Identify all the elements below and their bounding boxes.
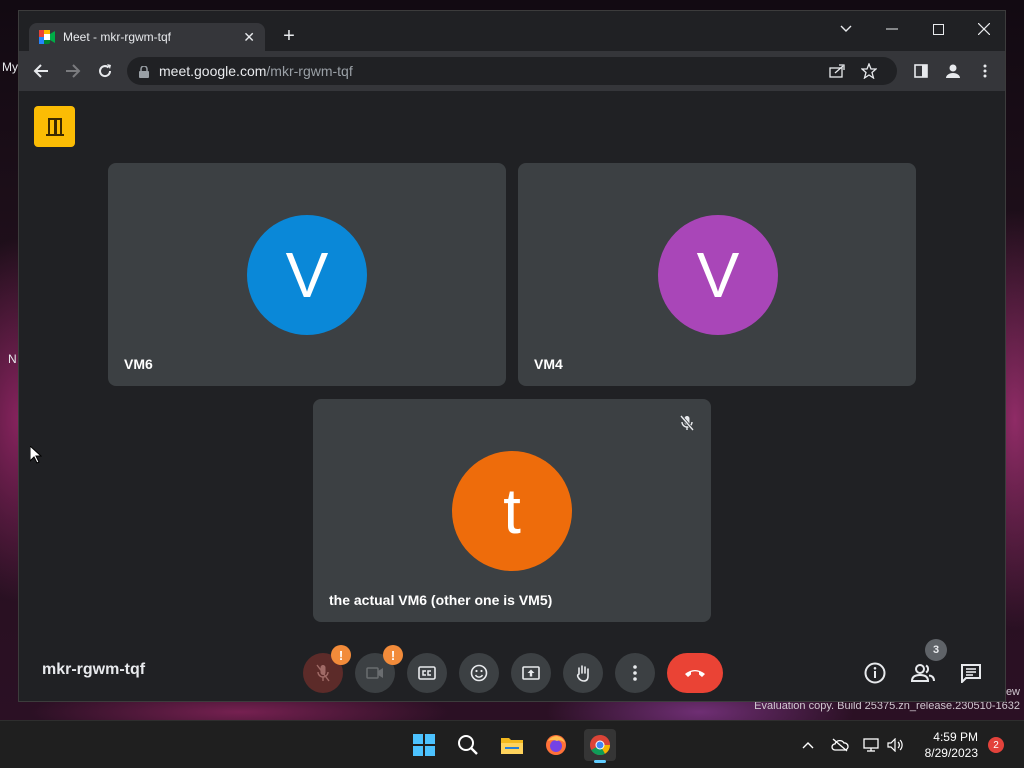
tab-title: Meet - mkr-rgwm-tqf [63, 30, 171, 44]
participant-tile[interactable]: V VM4 [518, 163, 916, 386]
reload-button[interactable] [93, 59, 117, 83]
google-meet-favicon-icon [39, 30, 55, 44]
onedrive-offline-icon[interactable] [830, 735, 850, 755]
people-icon[interactable]: 3 [903, 639, 947, 693]
meet-content: V VM6 V VM4 t the actual VM6 (other one … [19, 91, 1005, 701]
file-explorer-icon[interactable] [496, 729, 528, 761]
profile-icon[interactable] [941, 59, 965, 83]
show-hidden-icons-icon[interactable] [798, 735, 818, 755]
mouse-cursor-icon [29, 444, 43, 469]
share-icon[interactable] [827, 61, 847, 81]
lock-icon[interactable] [139, 65, 149, 78]
camera-button[interactable]: ! [355, 645, 403, 693]
raise-hand-button[interactable] [563, 653, 603, 693]
desktop-icon-label: N [8, 352, 17, 366]
muted-mic-icon [677, 413, 697, 433]
meet-door-icon[interactable] [34, 106, 75, 147]
participant-name: VM4 [534, 356, 563, 372]
network-icon[interactable] [862, 735, 882, 755]
camera-warning-badge: ! [383, 645, 403, 665]
leave-call-button[interactable] [667, 653, 723, 693]
mic-warning-badge: ! [331, 645, 351, 665]
microphone-button[interactable]: ! [303, 645, 351, 693]
emoji-reaction-button[interactable] [459, 653, 499, 693]
avatar: V [658, 215, 778, 335]
forward-button[interactable] [61, 59, 85, 83]
minimize-button[interactable] [869, 15, 915, 43]
url-host: meet.google.com [159, 63, 267, 79]
tab-close-icon[interactable]: ✕ [243, 29, 255, 46]
people-count-badge: 3 [925, 639, 947, 661]
url-path: /mkr-rgwm-tqf [266, 63, 353, 79]
avatar-initial: V [285, 239, 329, 311]
tab-search-icon[interactable] [823, 15, 869, 43]
address-bar[interactable]: meet.google.com/mkr-rgwm-tqf [127, 57, 897, 85]
chat-icon[interactable] [951, 653, 991, 693]
meeting-info-icon[interactable] [855, 653, 895, 693]
participant-tile[interactable]: V VM6 [108, 163, 506, 386]
taskbar: 4:59 PM 8/29/2023 2 [0, 720, 1024, 768]
participant-name: the actual VM6 (other one is VM5) [329, 592, 553, 608]
avatar-initial: V [696, 239, 740, 311]
notification-badge[interactable]: 2 [988, 737, 1004, 753]
search-icon[interactable] [452, 729, 484, 761]
new-tab-button[interactable]: + [279, 25, 299, 48]
watermark-fragment: ew [1005, 686, 1020, 698]
present-screen-button[interactable] [511, 653, 551, 693]
bookmark-star-icon[interactable] [859, 61, 879, 81]
firefox-icon[interactable] [540, 729, 572, 761]
close-window-button[interactable] [961, 15, 1007, 43]
volume-icon[interactable] [886, 735, 906, 755]
chrome-icon[interactable] [584, 729, 616, 763]
system-clock[interactable]: 4:59 PM 8/29/2023 [925, 729, 978, 761]
avatar: t [452, 451, 572, 571]
browser-toolbar: meet.google.com/mkr-rgwm-tqf [19, 51, 1005, 91]
maximize-button[interactable] [915, 15, 961, 43]
windows-start-icon[interactable] [408, 729, 440, 761]
browser-menu-icon[interactable] [973, 59, 997, 83]
avatar-initial: t [503, 475, 521, 547]
clock-time: 4:59 PM [933, 730, 978, 744]
clock-date: 8/29/2023 [924, 746, 978, 760]
tab-strip: Meet - mkr-rgwm-tqf ✕ + [19, 11, 1005, 51]
captions-button[interactable] [407, 653, 447, 693]
tab-meet[interactable]: Meet - mkr-rgwm-tqf ✕ [29, 23, 265, 51]
desktop-icon-label: My [2, 60, 18, 74]
participant-tile[interactable]: t the actual VM6 (other one is VM5) [313, 399, 711, 622]
participant-name: VM6 [124, 356, 153, 372]
avatar: V [247, 215, 367, 335]
browser-window: Meet - mkr-rgwm-tqf ✕ + meet.google.com … [18, 10, 1006, 702]
meeting-code: mkr-rgwm-tqf [42, 661, 146, 678]
more-options-icon[interactable] [615, 653, 655, 693]
side-panel-icon[interactable] [909, 59, 933, 83]
back-button[interactable] [29, 59, 53, 83]
